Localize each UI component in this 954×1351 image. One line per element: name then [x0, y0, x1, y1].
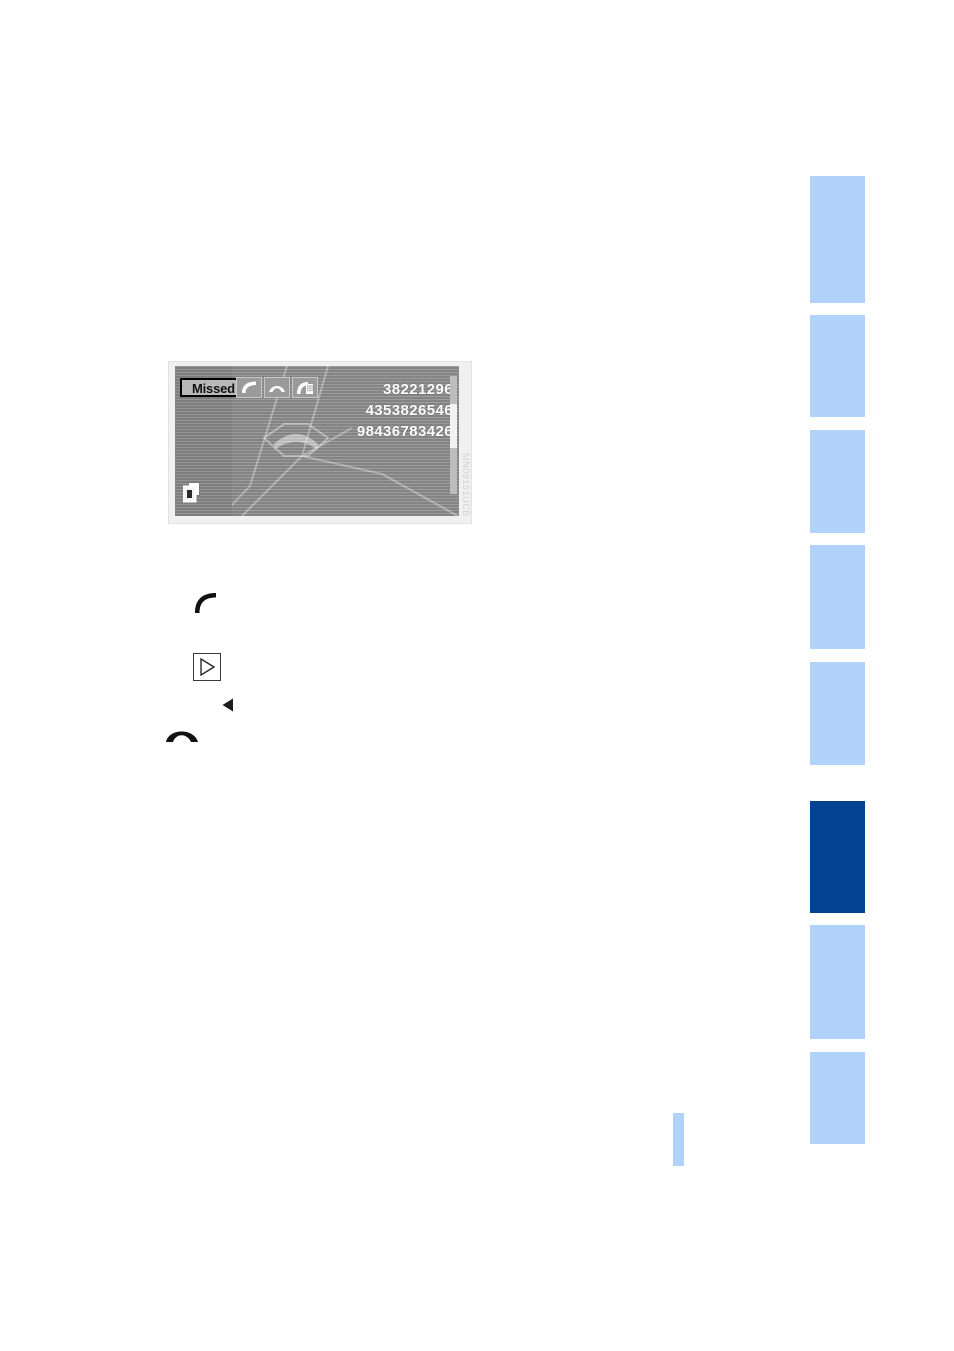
- call-type-tab-group: [236, 377, 318, 398]
- list-item[interactable]: 98436783426: [337, 421, 457, 442]
- chapter-tab-4[interactable]: [810, 545, 865, 649]
- list-item[interactable]: 4353826546: [337, 400, 457, 421]
- chapter-tab-2[interactable]: [810, 315, 865, 417]
- chapter-tab-1[interactable]: [810, 176, 865, 303]
- accept-call-icon[interactable]: [192, 592, 218, 619]
- list-item[interactable]: 38221296: [337, 379, 457, 400]
- end-call-icon[interactable]: [165, 722, 199, 749]
- chapter-tab-7[interactable]: [810, 925, 865, 1039]
- screen-scrollbar[interactable]: [450, 376, 457, 494]
- illustration-frame: Missed 38221296 4353826546 98436783426: [168, 361, 472, 524]
- missed-call-icon[interactable]: [292, 377, 318, 398]
- infotainment-screen: Missed 38221296 4353826546 98436783426: [175, 366, 459, 516]
- play-button-icon[interactable]: [193, 653, 221, 681]
- scan-watermark: MN09151UCB: [461, 453, 471, 518]
- chapter-tab-5[interactable]: [810, 662, 865, 765]
- missed-calls-label[interactable]: Missed: [180, 378, 244, 397]
- chapter-tab-3[interactable]: [810, 430, 865, 533]
- chapter-tab-8[interactable]: [810, 1052, 865, 1144]
- chapter-tab-strip: [810, 176, 865, 1144]
- chapter-tab-6-active[interactable]: [810, 801, 865, 913]
- left-arrow-icon[interactable]: [222, 698, 234, 717]
- incoming-call-icon[interactable]: [264, 377, 290, 398]
- missed-call-list: 38221296 4353826546 98436783426: [337, 379, 457, 442]
- scrollbar-thumb[interactable]: [450, 404, 457, 448]
- duplicate-icon[interactable]: [182, 482, 203, 503]
- page-marker-bar: [673, 1113, 684, 1166]
- outgoing-call-icon[interactable]: [236, 377, 262, 398]
